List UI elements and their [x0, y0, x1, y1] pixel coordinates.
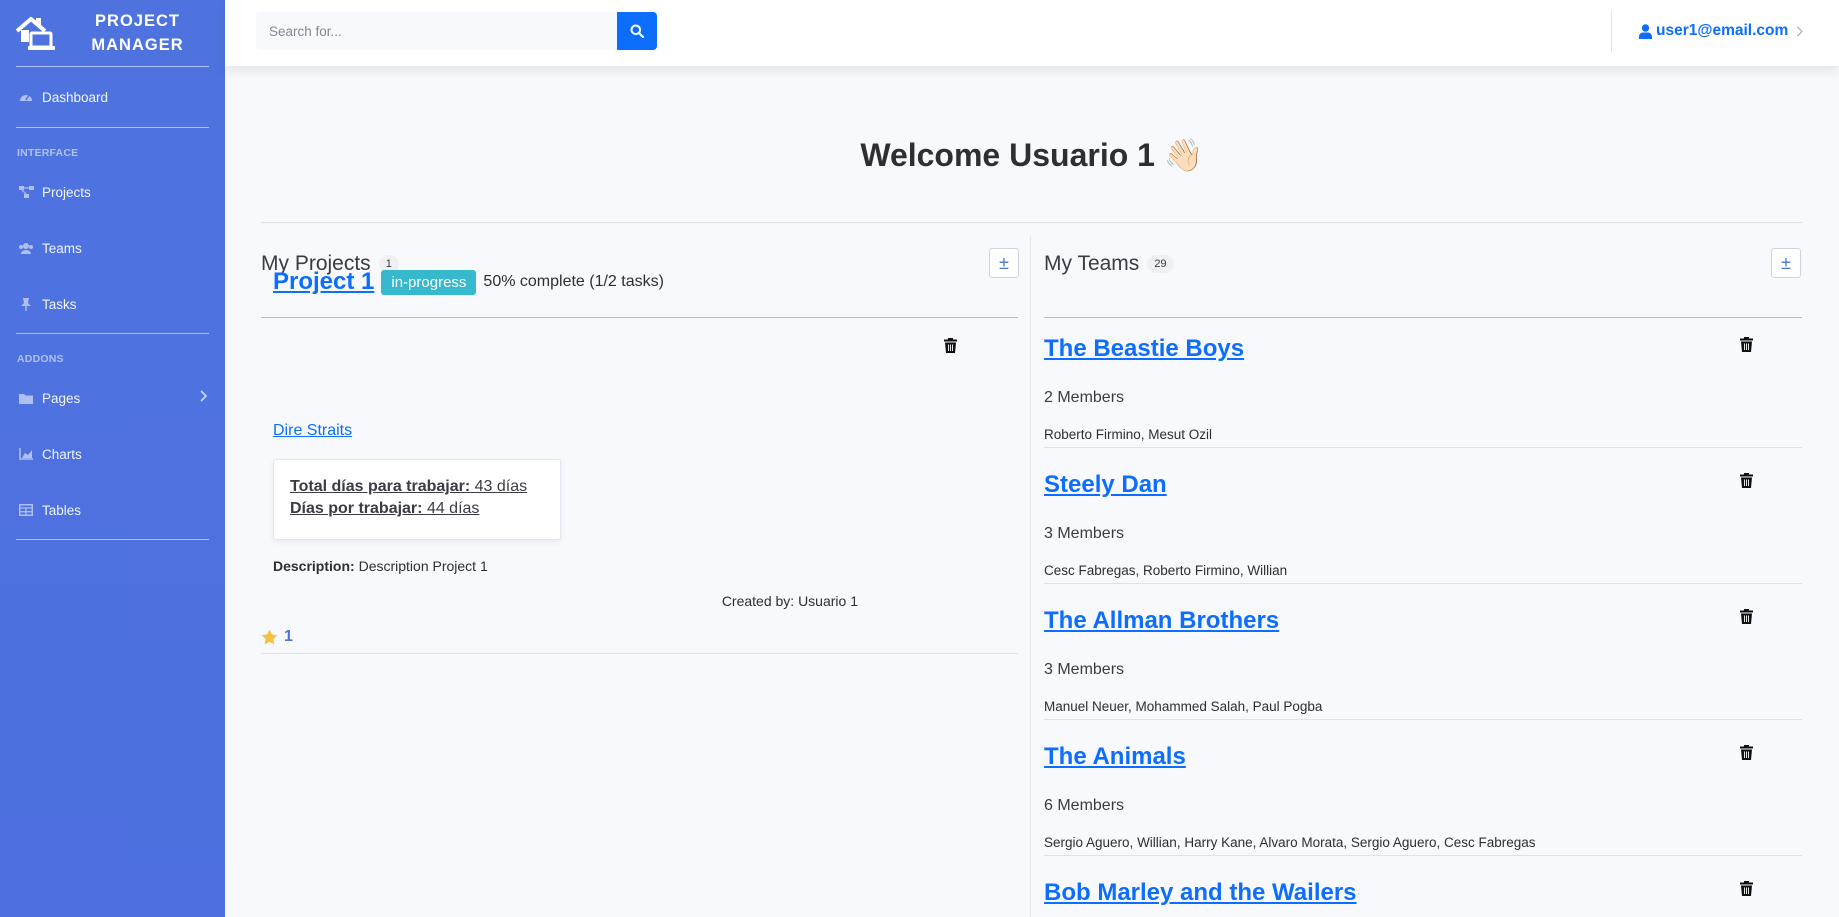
team-card: The Beastie Boys 2 Members Roberto Firmi… [1044, 335, 1802, 471]
delete-team-trash-icon[interactable] [1740, 881, 1753, 896]
team-link[interactable]: Bob Marley and the Wailers [1044, 879, 1357, 907]
house-laptop-icon [15, 17, 55, 50]
remaining-days-row: Días por trabajar: 44 días [290, 500, 560, 518]
project-divider [261, 653, 1018, 654]
star-count: 1 [284, 628, 293, 645]
sidebar-item-dashboard[interactable]: Dashboard [0, 67, 225, 127]
section-divider [261, 317, 1018, 318]
sidebar-brand[interactable]: PROJECT MANAGER [0, 0, 225, 66]
sidebar-heading-interface: INTERFACE [17, 147, 79, 159]
project-link[interactable]: Project 1 [273, 268, 374, 296]
search-icon [630, 24, 644, 38]
team-card: The Animals 6 Members Sergio Aguero, Wil… [1044, 743, 1802, 879]
sidebar-item-projects[interactable]: Projects [0, 164, 225, 220]
days-card: Total días para trabajar: 43 días Días p… [273, 459, 561, 540]
teams-count-badge: 29 [1147, 255, 1174, 273]
chevron-right-icon [1797, 25, 1804, 37]
total-days-value: 43 días [474, 478, 528, 495]
brand-title-line2: MANAGER [91, 36, 184, 54]
delete-team-trash-icon[interactable] [1740, 609, 1753, 624]
team-link[interactable]: The Beastie Boys [1044, 335, 1244, 363]
project-diagram-icon [18, 185, 34, 199]
team-members-list: Manuel Neuer, Mohammed Salah, Paul Pogba [1044, 699, 1323, 714]
team-link[interactable]: The Allman Brothers [1044, 607, 1279, 635]
total-days-label: Total días para trabajar: [290, 478, 471, 495]
sidebar-item-teams[interactable]: Teams [0, 220, 225, 276]
topbar-divider [1611, 10, 1612, 52]
team-members-count: 2 Members [1044, 389, 1125, 406]
team-divider [1044, 719, 1802, 720]
teams-title: My Teams [1044, 252, 1140, 275]
team-members-list: Cesc Fabregas, Roberto Firmino, Willian [1044, 563, 1288, 578]
delete-team-trash-icon[interactable] [1740, 745, 1753, 760]
project-description: Description: Description Project 1 [273, 558, 488, 574]
sidebar-item-label: Tables [42, 502, 82, 518]
sidebar: PROJECT MANAGER Dashboard INTERFACE Proj… [0, 0, 225, 917]
sidebar-item-pages[interactable]: Pages [0, 370, 225, 426]
chevron-right-icon [199, 390, 208, 405]
remaining-days-label: Días por trabajar: [290, 500, 423, 517]
column-divider [1030, 236, 1031, 917]
add-project-button[interactable]: ± [989, 248, 1019, 278]
description-label: Description: [273, 558, 355, 574]
user-email: user1@email.com [1656, 22, 1789, 39]
star-icon [261, 629, 278, 645]
total-days-row: Total días para trabajar: 43 días [290, 478, 560, 496]
divider [261, 222, 1802, 223]
add-team-button[interactable]: ± [1771, 248, 1801, 278]
brand-title-line1: PROJECT [95, 12, 180, 30]
tachometer-icon [18, 90, 34, 104]
folder-icon [18, 391, 34, 405]
sidebar-item-label: Tasks [42, 296, 77, 312]
chart-area-icon [18, 447, 34, 461]
sidebar-item-label: Projects [42, 184, 91, 200]
delete-project-trash-icon[interactable] [944, 338, 957, 353]
team-card: Bob Marley and the Wailers [1044, 879, 1802, 917]
team-link[interactable]: The Animals [1044, 743, 1186, 771]
team-card: The Allman Brothers 3 Members Manuel Neu… [1044, 607, 1802, 743]
topbar: user1@email.com [225, 0, 1839, 66]
sidebar-item-tasks[interactable]: Tasks [0, 276, 225, 332]
remaining-days-value: 44 días [426, 500, 480, 517]
team-divider [1044, 855, 1802, 856]
main-content: Welcome Usuario 1 👋🏻 My Projects 1 ± Pro… [225, 66, 1839, 917]
team-members-list: Roberto Firmino, Mesut Ozil [1044, 427, 1213, 442]
sidebar-item-label: Charts [42, 446, 82, 462]
sidebar-divider [16, 539, 209, 540]
section-divider [1044, 317, 1802, 318]
sidebar-heading-addons: ADDONS [17, 353, 64, 365]
project-header: Project 1 in-progress 50% complete (1/2 … [273, 268, 664, 296]
search-group [256, 12, 657, 50]
delete-team-trash-icon[interactable] [1740, 473, 1753, 488]
team-members-count: 3 Members [1044, 661, 1125, 678]
status-badge: in-progress [381, 269, 477, 295]
user-menu[interactable]: user1@email.com [1639, 22, 1804, 40]
sidebar-item-tables[interactable]: Tables [0, 482, 225, 538]
team-card: Steely Dan 3 Members Cesc Fabregas, Robe… [1044, 471, 1802, 607]
team-members-list: Sergio Aguero, Willian, Harry Kane, Alva… [1044, 835, 1536, 850]
team-members-count: 6 Members [1044, 797, 1125, 814]
search-input[interactable] [256, 12, 617, 50]
sidebar-item-label: Teams [42, 240, 82, 256]
project-progress: 50% complete (1/2 tasks) [483, 273, 664, 290]
created-by: Created by: Usuario 1 [721, 593, 858, 609]
sidebar-item-label: Dashboard [42, 89, 109, 105]
project-team-link[interactable]: Dire Straits [273, 422, 352, 440]
sidebar-item-label: Pages [42, 390, 81, 406]
search-button[interactable] [617, 12, 657, 50]
team-divider [1044, 447, 1802, 448]
user-icon [1639, 23, 1652, 39]
thumbtack-icon [18, 297, 34, 311]
project-stars[interactable]: 1 [261, 628, 293, 646]
team-members-count: 3 Members [1044, 525, 1125, 542]
users-icon [18, 241, 34, 255]
page-title: Welcome Usuario 1 👋🏻 [860, 137, 1204, 173]
teams-section-title: My Teams 29 [1044, 252, 1174, 276]
table-icon [18, 503, 34, 517]
team-divider [1044, 583, 1802, 584]
delete-team-trash-icon[interactable] [1740, 337, 1753, 352]
description-text: Description Project 1 [358, 558, 488, 574]
team-link[interactable]: Steely Dan [1044, 471, 1167, 499]
sidebar-item-charts[interactable]: Charts [0, 426, 225, 482]
